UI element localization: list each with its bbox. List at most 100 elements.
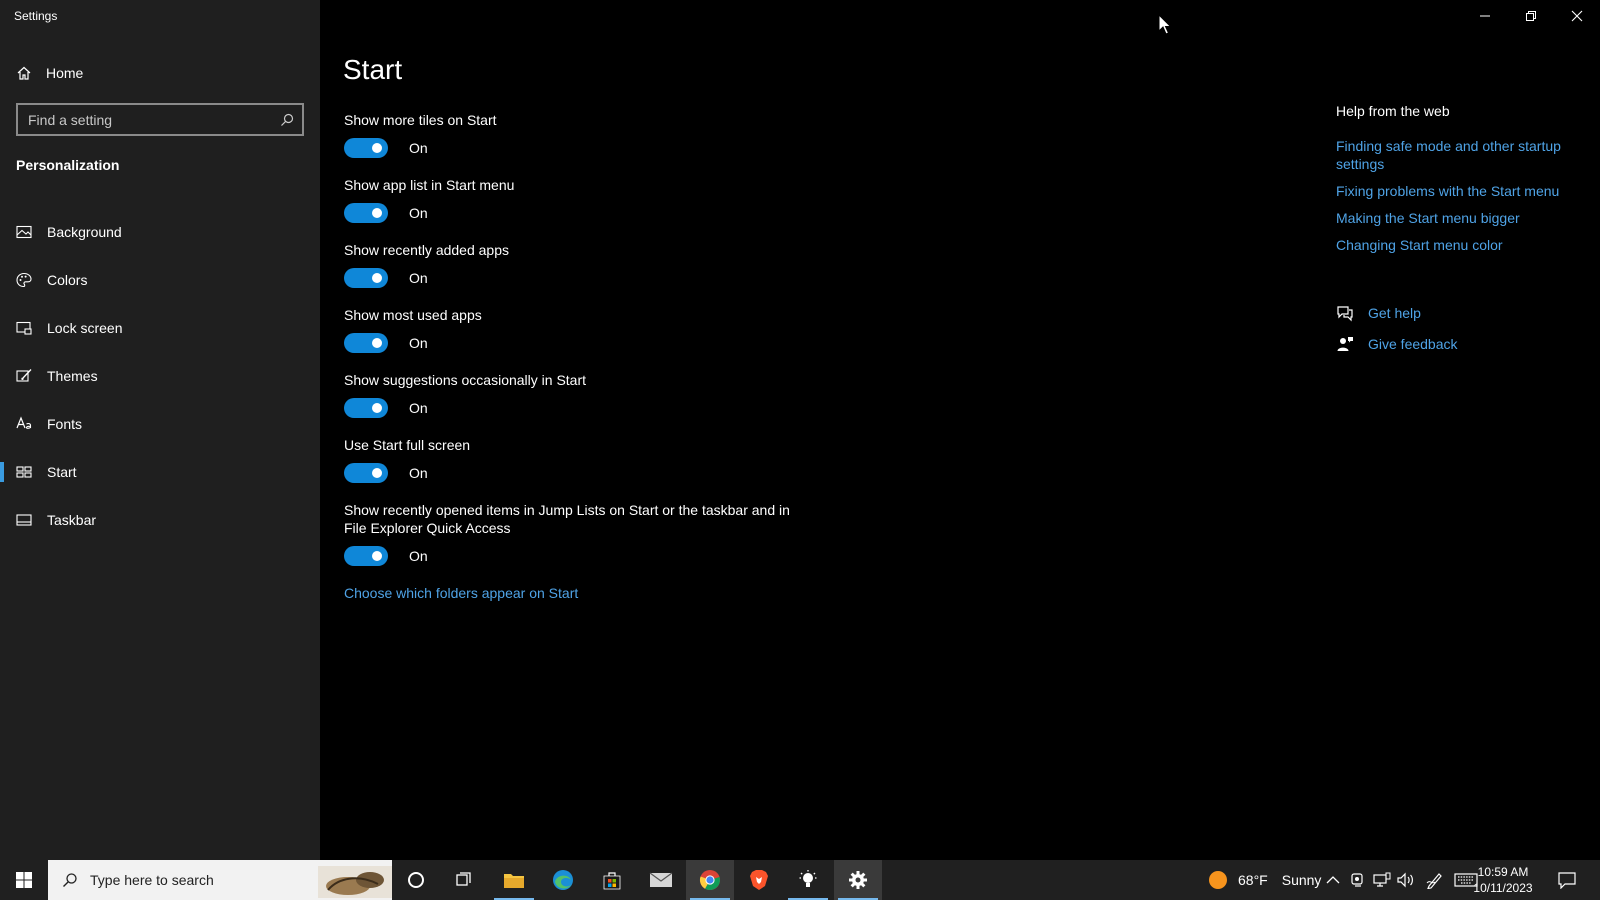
sidebar-item-start[interactable]: Start (0, 448, 320, 496)
tips-icon (799, 870, 817, 887)
clock-time: 10:59 AM (1477, 865, 1529, 879)
taskbar-icon (16, 514, 32, 526)
weather-text: Sunny (1281, 872, 1322, 888)
most-used-apps-toggle[interactable] (344, 333, 388, 353)
page-title: Start (343, 54, 403, 85)
help-link-start-bigger[interactable]: Making the Start menu bigger (1336, 209, 1576, 227)
setting-suggestions: Show suggestions occasionally in Start O… (344, 371, 804, 418)
setting-recently-added-apps: Show recently added apps On (344, 241, 804, 288)
start-button[interactable] (0, 860, 48, 900)
sidebar-item-label: Background (47, 224, 122, 240)
close-button[interactable] (1554, 0, 1600, 32)
settings-icon (849, 871, 867, 889)
close-icon (1571, 10, 1583, 22)
mail-button[interactable] (637, 860, 685, 900)
jump-lists-toggle[interactable] (344, 546, 388, 566)
taskbar-clock[interactable]: 10:59 AM 10/11/2023 (1466, 864, 1540, 896)
chrome-button[interactable] (686, 860, 734, 900)
task-view-icon (456, 872, 471, 886)
find-setting-search[interactable] (16, 103, 304, 136)
help-title: Help from the web (1336, 103, 1450, 119)
minimize-button[interactable] (1462, 0, 1508, 32)
restore-button[interactable] (1508, 0, 1554, 32)
taskbar-search-box[interactable]: Type here to search (48, 860, 392, 900)
setting-label: Use Start full screen (344, 437, 471, 453)
weather-temp: 68°F (1238, 872, 1268, 888)
sidebar-item-themes[interactable]: Themes (0, 352, 320, 400)
show-app-list-toggle[interactable] (344, 203, 388, 223)
search-icon[interactable] (280, 113, 294, 127)
sidebar-item-colors[interactable]: Colors (0, 256, 320, 304)
home-nav-item[interactable]: Home (16, 60, 83, 86)
font-icon (16, 416, 32, 429)
sidebar-item-fonts[interactable]: Fonts (0, 400, 320, 448)
mail-icon (649, 872, 673, 887)
get-help-link[interactable]: Get help (1368, 305, 1421, 321)
recently-added-apps-toggle[interactable] (344, 268, 388, 288)
sidebar-item-taskbar[interactable]: Taskbar (0, 496, 320, 544)
taskbar-search-placeholder: Type here to search (90, 872, 214, 888)
brave-icon (750, 870, 768, 890)
file-explorer-button[interactable] (490, 860, 538, 900)
edge-button[interactable] (539, 860, 587, 900)
toggle-state: On (409, 270, 428, 286)
network-tray-icon[interactable] (1373, 860, 1391, 900)
help-links: Finding safe mode and other startup sett… (1336, 137, 1576, 263)
find-setting-input[interactable] (18, 105, 280, 134)
sun-icon (1209, 871, 1227, 889)
start-layout-icon (16, 466, 32, 478)
feedback-person-icon (1337, 337, 1353, 351)
sidebar-item-label: Taskbar (47, 512, 97, 528)
help-link-safe-mode[interactable]: Finding safe mode and other startup sett… (1336, 137, 1576, 173)
give-feedback-action[interactable]: Give feedback (1336, 335, 1458, 353)
setting-jump-lists: Show recently opened items in Jump Lists… (344, 501, 804, 566)
sidebar-item-label: Colors (47, 272, 88, 288)
notifications-button[interactable] (1557, 860, 1577, 900)
search-highlight-image-icon (318, 866, 392, 898)
suggestions-toggle[interactable] (344, 398, 388, 418)
get-help-action[interactable]: Get help (1336, 304, 1421, 322)
windows-logo-icon (16, 872, 32, 888)
pen-tray-icon[interactable] (1426, 860, 1444, 900)
cortana-icon (408, 872, 424, 888)
chat-help-icon (1337, 306, 1353, 322)
give-feedback-link[interactable]: Give feedback (1368, 336, 1458, 352)
brave-button[interactable] (735, 860, 783, 900)
notification-center-icon (1558, 872, 1576, 889)
sidebar-item-label: Lock screen (47, 320, 123, 336)
minimize-icon (1480, 15, 1490, 17)
toggle-state: On (409, 400, 428, 416)
lock-screen-icon (16, 321, 32, 335)
tips-button[interactable] (784, 860, 832, 900)
sidebar-item-label: Start (47, 464, 77, 480)
store-button[interactable] (588, 860, 636, 900)
taskbar: Type here to search 68°F Sunny 10:59 AM … (0, 860, 1600, 900)
toggle-state: On (409, 548, 428, 564)
setting-most-used-apps: Show most used apps On (344, 306, 804, 353)
setting-full-screen: Use Start full screen On (344, 436, 804, 483)
store-icon (603, 872, 621, 890)
weather-widget[interactable]: 68°F Sunny (1208, 860, 1321, 900)
sidebar-item-lock-screen[interactable]: Lock screen (0, 304, 320, 352)
full-screen-toggle[interactable] (344, 463, 388, 483)
setting-show-app-list: Show app list in Start menu On (344, 176, 804, 223)
toggle-state: On (409, 140, 428, 156)
sidebar-item-background[interactable]: Background (0, 208, 320, 256)
volume-tray-icon[interactable] (1397, 860, 1415, 900)
help-link-fixing-start[interactable]: Fixing problems with the Start menu (1336, 182, 1576, 200)
settings-button[interactable] (834, 860, 882, 900)
setting-label: Show most used apps (344, 307, 482, 323)
task-view-button[interactable] (440, 860, 488, 900)
show-more-tiles-toggle[interactable] (344, 138, 388, 158)
choose-folders-link[interactable]: Choose which folders appear on Start (344, 585, 578, 601)
network-icon (1373, 872, 1391, 887)
clock-date: 10/11/2023 (1473, 881, 1533, 895)
cortana-button[interactable] (392, 860, 440, 900)
search-icon (63, 873, 77, 887)
meet-now-tray-icon[interactable] (1350, 860, 1366, 900)
help-link-start-color[interactable]: Changing Start menu color (1336, 236, 1576, 254)
show-hidden-icons-button[interactable] (1326, 860, 1340, 900)
section-heading: Personalization (16, 157, 120, 173)
volume-icon (1397, 872, 1413, 888)
setting-label: Show suggestions occasionally in Start (344, 372, 587, 388)
